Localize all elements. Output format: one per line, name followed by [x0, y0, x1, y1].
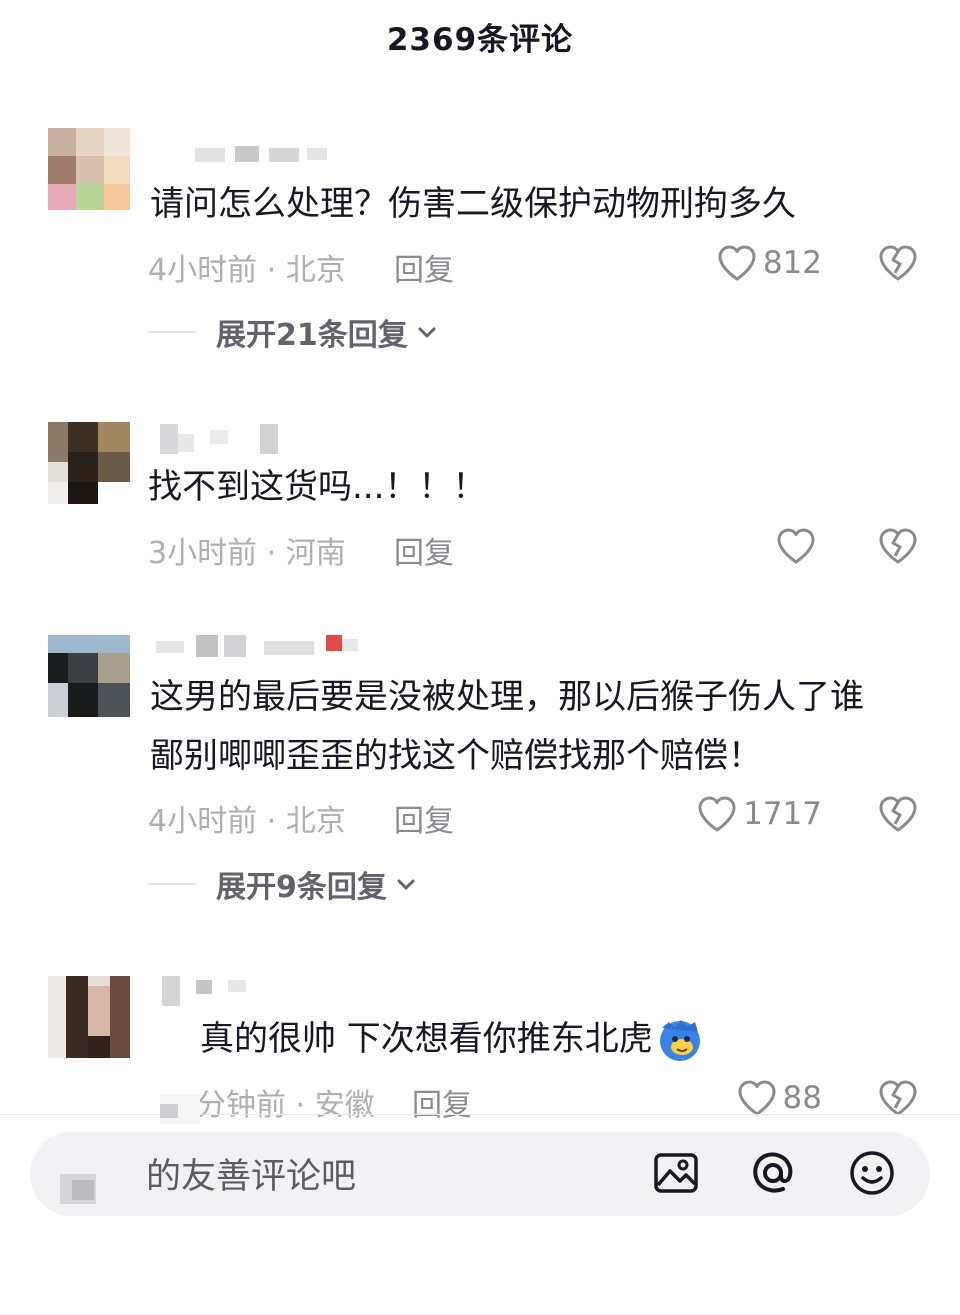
comment-text: 真的很帅 下次想看你推东北虎 [200, 1019, 653, 1059]
comment-text: 这男的最后要是没被处理，那以后猴子伤人了谁 [150, 677, 864, 717]
reply-button[interactable]: 回复 [394, 245, 454, 289]
like-button[interactable]: 812 [717, 241, 822, 285]
like-button[interactable] [776, 524, 822, 568]
heart-outline-icon [738, 1080, 776, 1116]
heart-outline-icon [698, 796, 736, 832]
comment-meta: 3小时前 · 河南 [148, 536, 346, 571]
broken-heart-icon[interactable] [877, 1077, 919, 1119]
heart-outline-icon [718, 245, 756, 281]
comments-header-title: 2369条评论 [386, 22, 574, 58]
comment-meta: 4小时前 · 北京 [148, 804, 346, 839]
image-icon[interactable] [652, 1149, 700, 1197]
heart-outline-icon [777, 528, 815, 564]
avatar[interactable] [48, 635, 130, 717]
tiger-face-emoji [659, 1020, 700, 1061]
reply-button[interactable]: 回复 [412, 1080, 472, 1124]
like-count: 812 [762, 245, 822, 281]
comment-text: 找不到这货吗...！！！ [148, 467, 487, 507]
expand-replies-label: 展开9条回复 [216, 870, 387, 905]
username-blurred[interactable] [195, 144, 330, 166]
comment-meta: 4小时前 · 北京 [148, 253, 346, 288]
reply-button[interactable]: 回复 [394, 528, 454, 572]
expand-replies-button[interactable]: 展开9条回复 [148, 862, 417, 906]
comment-body: 真的很帅 下次想看你推东北虎 [200, 1010, 705, 1068]
broken-heart-icon[interactable] [877, 242, 919, 284]
like-count: 88 [782, 1080, 822, 1116]
divider-line [148, 331, 196, 333]
divider-line [148, 883, 196, 885]
reply-button[interactable]: 回复 [394, 796, 454, 840]
expand-replies-button[interactable]: 展开21条回复 [148, 310, 438, 354]
comment-text: 请问怎么处理？伤害二级保护动物刑拘多久 [150, 184, 796, 224]
chevron-down-icon [418, 327, 436, 338]
username-blurred[interactable] [162, 976, 252, 1006]
comment-meta: 分钟前 · 安徽 [196, 1088, 375, 1123]
broken-heart-icon[interactable] [877, 525, 919, 567]
like-count: 1717 [743, 796, 822, 832]
bottom-safe-area [0, 1226, 960, 1315]
username-blurred[interactable] [156, 635, 361, 659]
at-icon[interactable] [749, 1149, 797, 1197]
avatar[interactable] [48, 128, 130, 210]
broken-heart-icon[interactable] [877, 793, 919, 835]
comment-text: 鄙别唧唧歪歪的找这个赔偿找那个赔偿！ [150, 736, 762, 776]
expand-replies-label: 展开21条回复 [216, 318, 408, 353]
avatar[interactable] [48, 976, 130, 1058]
username-blurred[interactable] [160, 424, 280, 454]
avatar[interactable] [48, 422, 130, 504]
like-button[interactable]: 1717 [697, 792, 822, 836]
chevron-down-icon [397, 879, 415, 890]
smiley-icon[interactable] [848, 1149, 896, 1197]
comment-input-placeholder[interactable]: 的友善评论吧 [146, 1148, 356, 1199]
